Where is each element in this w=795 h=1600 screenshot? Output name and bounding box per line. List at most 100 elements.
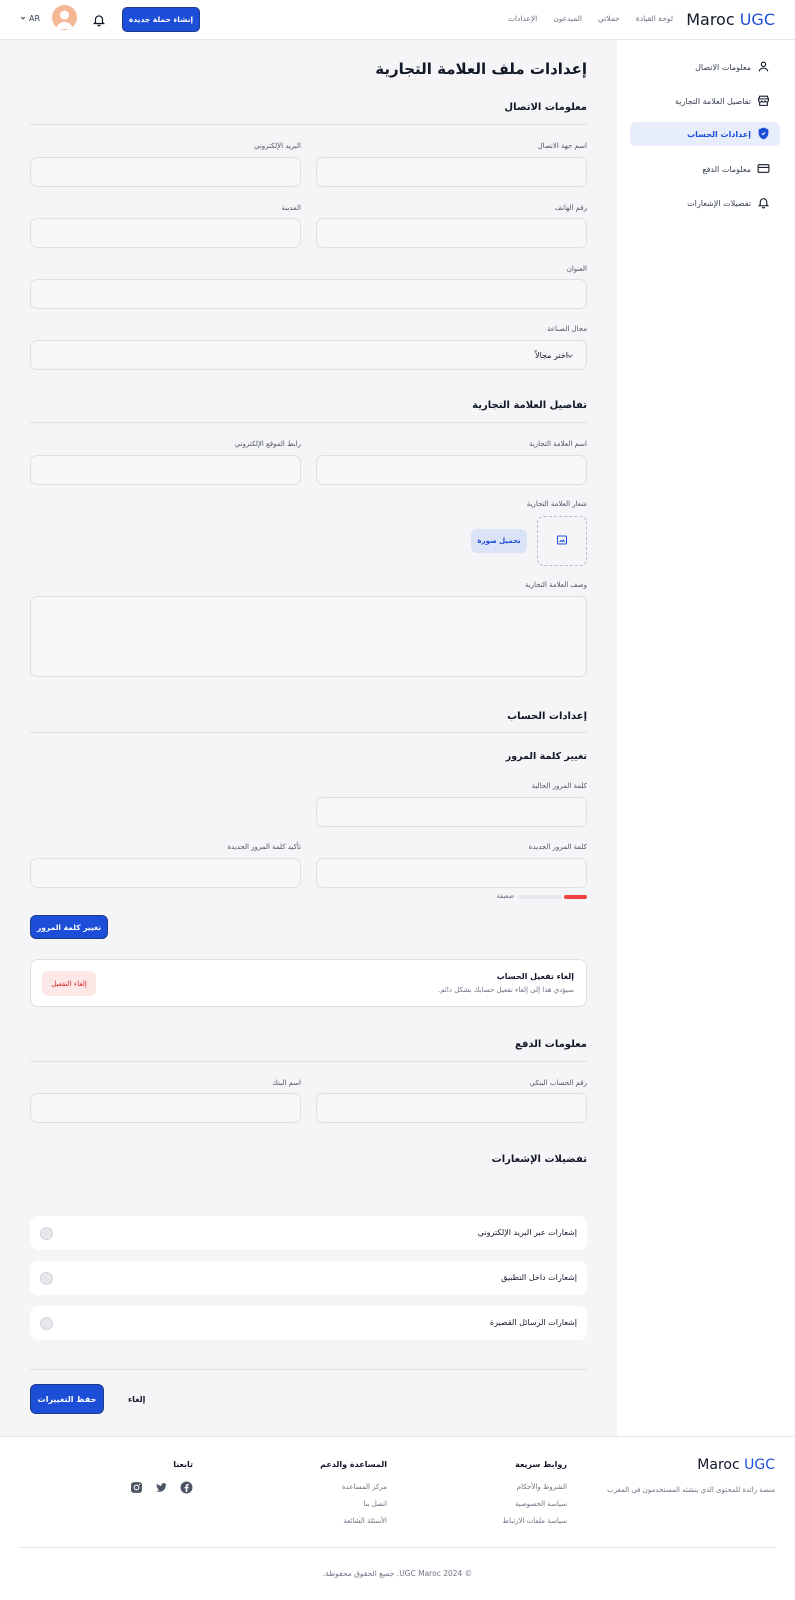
footer-link-help-center[interactable]: مركز المساعدة [342, 1483, 387, 1491]
cancel-button[interactable]: إلغاء [128, 1395, 145, 1404]
footer-link-privacy[interactable]: سياسة الخصوصية [515, 1500, 567, 1508]
industry-select[interactable]: اختر مجالاً [30, 340, 587, 370]
notification-option-in-app: إشعارات داخل التطبيق [30, 1261, 587, 1295]
contact-name-input[interactable] [316, 157, 587, 187]
sidebar-item-contact[interactable]: معلومات الاتصال [630, 55, 780, 79]
nav-dashboard[interactable]: لوحة القيادة [636, 14, 673, 23]
footer-link-cookies[interactable]: سياسة ملفات الارتباط [503, 1517, 568, 1525]
top-navbar: Maroc UGC لوحة القيادة حملاتي المبدعون ا… [0, 0, 795, 40]
city-label: المدينة [281, 204, 301, 212]
footer-link-contact[interactable]: اتصل بنا [363, 1500, 387, 1508]
notifications-bell-icon[interactable] [92, 13, 106, 27]
deactivate-button[interactable]: إلغاء التفعيل [42, 971, 96, 996]
chevron-down-icon [20, 14, 26, 23]
notification-toggle[interactable] [40, 1317, 53, 1330]
section-divider [30, 1369, 587, 1370]
section-title-payment: معلومات الدفع [514, 1039, 587, 1050]
sidebar-item-label: تفاصيل العلامة التجارية [675, 96, 751, 106]
bank-account-input[interactable] [316, 1093, 587, 1123]
sidebar-item-label: معلومات الاتصال [695, 62, 751, 72]
section-title-notifications: تفضيلات الإشعارات [491, 1154, 587, 1165]
support-title: المساعدة والدعم [320, 1460, 387, 1469]
sidebar-item-label: معلومات الدفع [702, 164, 751, 174]
bank-name-input[interactable] [30, 1093, 301, 1123]
email-label: البريد الإلكتروني [254, 142, 301, 150]
language-selector[interactable]: AR [20, 14, 40, 23]
chevron-down-icon [566, 352, 574, 360]
confirm-password-input[interactable] [30, 858, 301, 888]
website-input[interactable] [30, 455, 301, 485]
copyright-text: © 2024 UGC Maroc. جميع الحقوق محفوظة. [322, 1569, 473, 1578]
image-icon [556, 534, 568, 548]
user-avatar[interactable] [52, 5, 77, 30]
section-divider [30, 732, 587, 733]
site-footer: Maroc UGC منصة رائدة للمحتوى الذي ينشئه … [0, 1436, 795, 1600]
section-divider [30, 124, 587, 125]
deactivate-title: إلغاء تفعيل الحساب [496, 972, 574, 981]
nav-campaigns[interactable]: حملاتي [598, 14, 620, 23]
nav-settings[interactable]: الإعدادات [508, 14, 537, 23]
deactivate-description: سيؤدي هذا إلى إلغاء تفعيل حسابك بشكل دائ… [438, 986, 574, 994]
credit-card-icon [757, 162, 770, 177]
sidebar-item-notifications[interactable]: تفضيلات الإشعارات [630, 191, 780, 215]
twitter-icon[interactable] [155, 1481, 168, 1494]
sidebar-item-label: تفضيلات الإشعارات [687, 198, 751, 208]
notification-toggle[interactable] [40, 1272, 53, 1285]
page-title: إعدادات ملف العلامة التجارية [375, 60, 587, 78]
footer-tagline: منصة رائدة للمحتوى الذي ينشئه المستخدمون… [607, 1486, 775, 1494]
store-icon [757, 94, 770, 109]
deactivate-account-card: إلغاء تفعيل الحساب سيؤدي هذا إلى إلغاء ت… [30, 959, 587, 1007]
brand-name-input[interactable] [316, 455, 587, 485]
section-divider [30, 1061, 587, 1062]
create-campaign-button[interactable]: إنشاء حملة جديدة [122, 7, 200, 32]
facebook-icon[interactable] [180, 1481, 193, 1494]
email-input[interactable] [30, 157, 301, 187]
quick-links-title: روابط سريعة [515, 1460, 567, 1469]
notification-label: إشعارات الرسائل القصيرة [489, 1318, 577, 1327]
language-label: AR [29, 14, 41, 23]
footer-link-terms[interactable]: الشروط والأحكام [517, 1483, 567, 1491]
notification-label: إشعارات عبر البريد الإلكتروني [477, 1228, 577, 1237]
industry-select-value: اختر مجالاً [535, 350, 568, 360]
password-strength-text: ضعيفة [496, 892, 514, 900]
current-password-input[interactable] [316, 797, 587, 827]
phone-input[interactable] [316, 218, 587, 248]
notification-label: إشعارات داخل التطبيق [501, 1273, 577, 1282]
footer-divider [18, 1547, 775, 1548]
contact-name-label: اسم جهة الاتصال [537, 142, 587, 150]
phone-label: رقم الهاتف [554, 204, 587, 212]
footer-brand-logo: Maroc UGC [697, 1457, 775, 1473]
footer-brand-accent: UGC [744, 1457, 775, 1473]
address-input[interactable] [30, 279, 587, 309]
brand-name: Maroc [686, 10, 735, 29]
upload-image-button[interactable]: تحميل صورة [471, 529, 527, 553]
footer-brand-name: Maroc [697, 1457, 740, 1473]
user-icon [757, 60, 770, 75]
footer-link-faq[interactable]: الأسئلة الشائعة [343, 1517, 387, 1525]
logo-upload-area[interactable] [537, 516, 587, 566]
save-changes-button[interactable]: حفظ التغييرات [30, 1384, 104, 1414]
settings-main: إعدادات ملف العلامة التجارية معلومات الا… [0, 40, 617, 1436]
nav-creators[interactable]: المبدعون [553, 14, 582, 23]
sidebar-item-account[interactable]: إعدادات الحساب [630, 122, 780, 146]
notification-toggle[interactable] [40, 1227, 53, 1240]
sidebar-item-payment[interactable]: معلومات الدفع [630, 157, 780, 181]
sidebar-item-brand[interactable]: تفاصيل العلامة التجارية [630, 89, 780, 113]
city-input[interactable] [30, 218, 301, 248]
new-password-input[interactable] [316, 858, 587, 888]
follow-us-title: تابعنا [173, 1460, 193, 1469]
bank-account-label: رقم الحساب البنكي [529, 1079, 587, 1087]
password-strength-fill [564, 895, 587, 899]
brand-name-label: اسم العلامة التجارية [529, 440, 587, 448]
settings-sidebar: معلومات الاتصال تفاصيل العلامة التجارية … [617, 40, 795, 1436]
section-title-brand: تفاصيل العلامة التجارية [472, 400, 587, 411]
change-password-button[interactable]: تغيير كلمة المرور [30, 915, 108, 939]
sidebar-item-label: إعدادات الحساب [687, 129, 751, 139]
section-title-account: إعدادات الحساب [507, 711, 587, 722]
brand-description-textarea[interactable] [30, 596, 587, 677]
website-label: رابط الموقع الإلكتروني [234, 440, 301, 448]
industry-label: مجال الصناعة [546, 325, 587, 333]
instagram-icon[interactable] [130, 1481, 143, 1494]
password-strength-track [518, 895, 562, 899]
brand-logo[interactable]: Maroc UGC [686, 10, 775, 29]
